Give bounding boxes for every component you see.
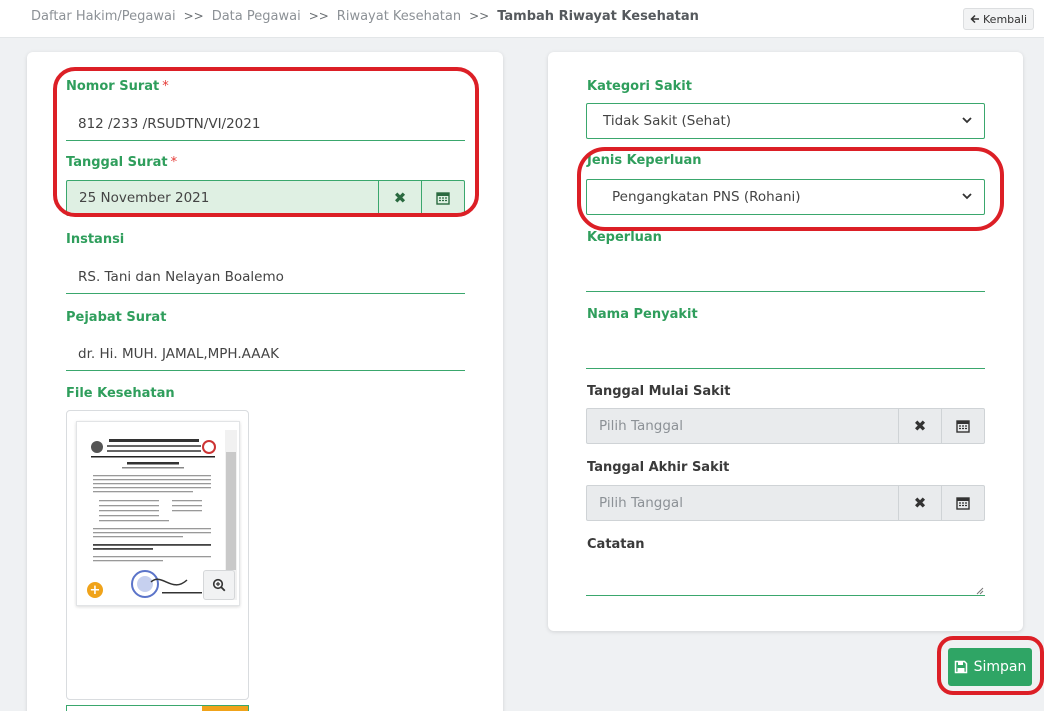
clear-date-button[interactable]: ✖ (898, 409, 941, 443)
pejabat-surat-label: Pejabat Surat (66, 310, 167, 325)
nama-penyakit-label: Nama Penyakit (587, 307, 698, 322)
tanggal-surat-date-picker: 25 November 2021 ✖ (66, 180, 465, 216)
jenis-keperluan-select[interactable]: Pengangkatan PNS (Rohani) (586, 179, 985, 215)
breadcrumb: Daftar Hakim/Pegawai >> Data Pegawai >> Riwa… (31, 9, 699, 24)
chevron-down-icon (962, 193, 972, 200)
jenis-keperluan-label: Jenis Keperluan (587, 153, 702, 168)
resize-handle-icon[interactable] (976, 587, 984, 595)
close-icon: ✖ (913, 417, 927, 435)
open-calendar-button[interactable] (941, 486, 984, 520)
top-bar: Daftar Hakim/Pegawai >> Data Pegawai >> Riwa… (0, 0, 1044, 38)
tanggal-mulai-sakit-input[interactable]: Pilih Tanggal (587, 409, 898, 443)
breadcrumb-item-daftar-hakim[interactable]: Daftar Hakim/Pegawai (31, 9, 176, 24)
add-file-icon[interactable]: + (87, 582, 103, 598)
file-kesehatan-label: File Kesehatan (66, 386, 175, 401)
tanggal-mulai-sakit-date-picker: Pilih Tanggal ✖ (586, 408, 985, 444)
breadcrumb-separator: >> (183, 9, 204, 23)
open-calendar-button[interactable] (421, 181, 464, 215)
floppy-disk-icon (954, 660, 967, 674)
close-icon: ✖ (913, 494, 927, 512)
kategori-sakit-select[interactable]: Tidak Sakit (Sehat) (586, 103, 985, 139)
save-button-label: Simpan (973, 659, 1027, 675)
tanggal-akhir-sakit-date-picker: Pilih Tanggal ✖ (586, 485, 985, 521)
open-calendar-button[interactable] (941, 409, 984, 443)
pejabat-surat-input[interactable]: dr. Hi. MUH. JAMAL,MPH.AAAK (66, 337, 465, 371)
health-details-card: Kategori Sakit Tidak Sakit (Sehat) Jenis… (548, 52, 1023, 631)
instansi-label: Instansi (66, 232, 125, 247)
catatan-textarea[interactable] (586, 540, 985, 596)
clear-date-button[interactable]: ✖ (378, 181, 421, 215)
chevron-down-icon (962, 117, 972, 124)
tanggal-mulai-sakit-label: Tanggal Mulai Sakit (587, 384, 731, 399)
file-upload-bar[interactable] (66, 705, 249, 711)
zoom-button[interactable] (203, 570, 235, 600)
calendar-icon (956, 420, 970, 433)
file-kesehatan-preview[interactable]: + (66, 410, 249, 700)
kategori-sakit-value: Tidak Sakit (Sehat) (603, 113, 732, 129)
keperluan-input[interactable] (586, 258, 985, 292)
close-icon: ✖ (393, 189, 407, 207)
back-button-label: Kembali (983, 12, 1027, 26)
breadcrumb-separator: >> (469, 9, 490, 23)
nomor-surat-label: Nomor Surat * (66, 79, 169, 94)
breadcrumb-separator: >> (308, 9, 329, 23)
tanggal-surat-input[interactable]: 25 November 2021 (67, 181, 378, 215)
breadcrumb-item-data-pegawai[interactable]: Data Pegawai (212, 9, 301, 24)
tanggal-akhir-sakit-label: Tanggal Akhir Sakit (587, 460, 730, 475)
clear-date-button[interactable]: ✖ (898, 486, 941, 520)
tanggal-akhir-sakit-input[interactable]: Pilih Tanggal (587, 486, 898, 520)
kategori-sakit-label: Kategori Sakit (587, 79, 692, 94)
arrow-left-icon (970, 14, 980, 24)
jenis-keperluan-value: Pengangkatan PNS (Rohani) (612, 189, 801, 205)
tanggal-surat-label: Tanggal Surat * (66, 155, 178, 170)
browse-file-button[interactable] (202, 706, 248, 711)
breadcrumb-item-riwayat-kesehatan[interactable]: Riwayat Kesehatan (337, 9, 461, 24)
back-button[interactable]: Kembali (963, 8, 1034, 30)
nama-penyakit-input[interactable] (586, 335, 985, 369)
calendar-icon (956, 497, 970, 510)
keperluan-label: Keperluan (587, 230, 662, 245)
calendar-icon (436, 192, 450, 205)
zoom-in-icon (212, 578, 226, 592)
instansi-input[interactable]: RS. Tani dan Nelayan Boalemo (66, 260, 465, 294)
nomor-surat-input[interactable]: 812 /233 /RSUDTN/VI/2021 (66, 107, 465, 141)
breadcrumb-current: Tambah Riwayat Kesehatan (497, 9, 699, 24)
document-thumbnail: + (76, 421, 240, 606)
save-button[interactable]: Simpan (948, 648, 1032, 686)
